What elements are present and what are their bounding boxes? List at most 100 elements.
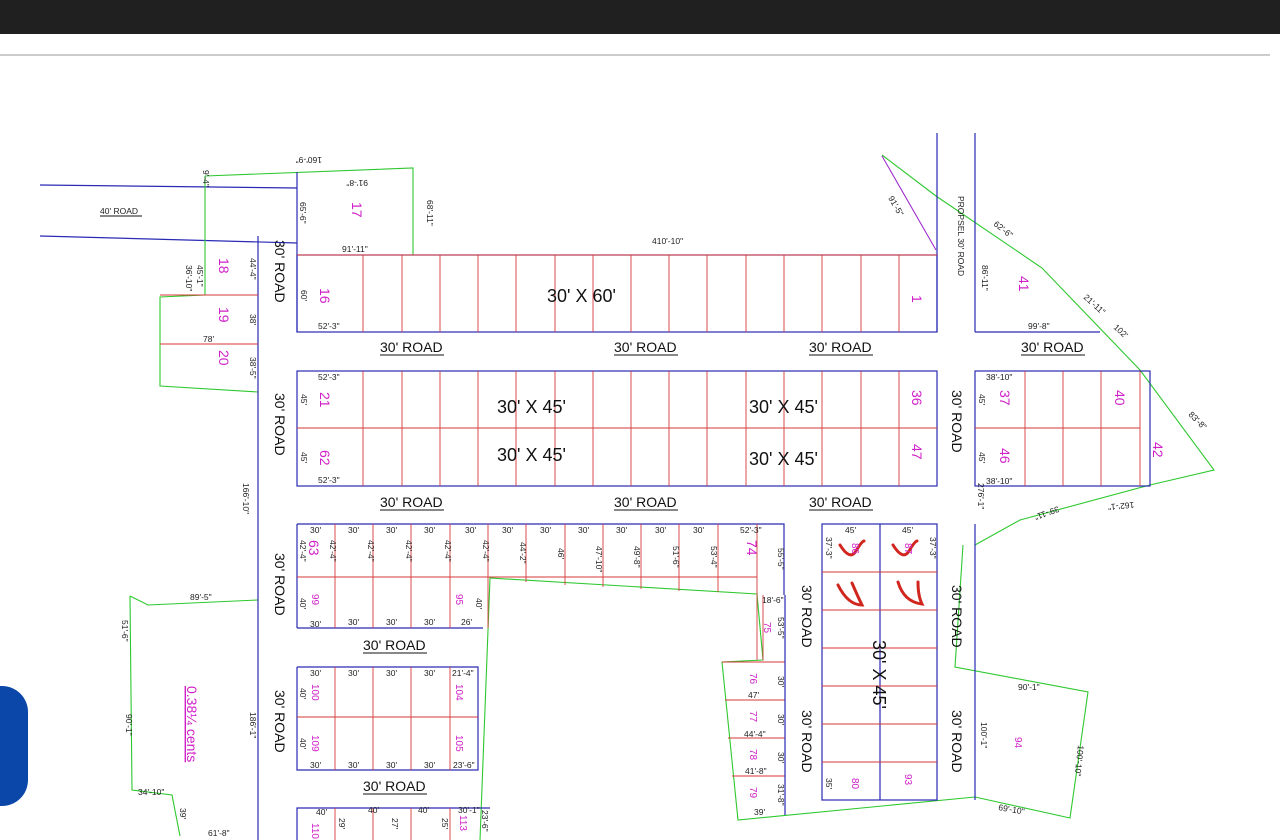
layout-plan-drawing: 40' ROAD 30' ROAD 30' ROAD 30' ROAD 30' … (0, 54, 1270, 840)
dimension-label: 38'-10" (986, 476, 1012, 486)
road-label: 30' ROAD (614, 339, 677, 355)
dimension-label: 30' (348, 525, 359, 535)
plot-number: 80 (849, 778, 860, 790)
dimension-label: 276'-1" (976, 483, 986, 509)
plot-number: 1 (909, 295, 925, 303)
plot-size-label: 30' X 60' (547, 286, 616, 306)
dimension-label: 30' (424, 525, 435, 535)
block-100-109 (296, 666, 479, 771)
dimension-label: 45'-1" (195, 265, 205, 287)
dimension-label: 30' (424, 668, 435, 678)
plot-number: 17 (349, 202, 365, 218)
dimension-label: 30' (386, 617, 397, 627)
road-label: 30' ROAD (363, 778, 426, 794)
plot-number: 87 (902, 543, 913, 555)
dimension-label: 30' (310, 668, 321, 678)
dimension-label: 410'-10" (652, 236, 683, 246)
dimension-label: 25' (440, 818, 450, 829)
dimension-label: 186'-1" (248, 712, 258, 738)
dimension-label: 46' (556, 548, 566, 559)
dimension-label: 68'-11" (425, 200, 435, 226)
plot-size-label: 30' X 45' (497, 397, 566, 417)
dimension-label: 44'-2" (518, 542, 528, 564)
dimension-label: 45' (299, 394, 309, 405)
plot-number: 47 (909, 444, 925, 460)
dimension-label: 55'-5" (776, 548, 786, 570)
plot-number: 75 (761, 622, 772, 634)
dimension-label: 30' (465, 525, 476, 535)
dimension-label: 40' (298, 738, 308, 749)
dimension-label: 23'-6" (453, 760, 475, 770)
plot-number: 78 (747, 749, 758, 761)
dimension-label: 40' (474, 598, 484, 609)
plot-numbers: 17 16 1 18 19 20 41 21 62 36 47 37 46 40… (216, 202, 1166, 839)
plot-size-label: 30' X 45' (749, 397, 818, 417)
dimension-label: 30' (776, 714, 786, 725)
dimension-label: 21'-4" (452, 668, 474, 678)
dimension-label: 39' (754, 807, 765, 817)
dimension-label: 90'-1" (1018, 682, 1040, 692)
dimension-label: 30' (578, 525, 589, 535)
plot-number: 74 (744, 540, 760, 556)
road-label: 30' ROAD (949, 585, 965, 648)
dimension-label: 52'-3" (740, 525, 762, 535)
dimension-label: 30' (310, 760, 321, 770)
dimension-label: 40' (418, 805, 429, 815)
dimension-label: 38' (248, 314, 258, 325)
dimension-label: 9'-4" (201, 170, 211, 187)
block-top-30x60 (296, 254, 938, 333)
dimension-label: 47'-10" (594, 546, 604, 572)
dimension-label: 45' (977, 394, 987, 405)
dimension-label: 83'-8" (1187, 409, 1209, 431)
plot-number: 100 (309, 684, 320, 701)
plot-number: 46 (997, 448, 1013, 464)
dimension-label: 44'-4" (248, 258, 258, 280)
dimension-label: 30' (424, 760, 435, 770)
dimension-label: 52'-3" (318, 475, 340, 485)
dimension-label: 160'-9" (296, 155, 322, 165)
dimension-label: 49'-8" (632, 546, 642, 568)
dimension-label: 31'-8" (776, 784, 786, 806)
dimension-label: 30'-1" (458, 805, 480, 815)
dimension-label: 18'-6" (762, 595, 784, 605)
dimension-label: 34'-10" (138, 787, 164, 797)
dimension-label: 91'-8" (346, 178, 368, 188)
plot-number: 20 (216, 350, 232, 366)
dimension-label: 30' (616, 525, 627, 535)
plot-number: 105 (453, 735, 464, 752)
dimension-label: 45' (845, 525, 856, 535)
proposed-road-label: PROPSEL 30' ROAD (956, 196, 966, 276)
dimension-label: 30' (310, 619, 321, 629)
road-label: 30' ROAD (272, 240, 288, 303)
dimension-label: 100'-10" (1073, 745, 1086, 777)
dimension-label: 51'-6" (120, 620, 130, 642)
road-label: 30' ROAD (799, 710, 815, 773)
road-label: 30' ROAD (272, 690, 288, 753)
plot-number: 62 (317, 450, 333, 466)
block-mid-30x45 (296, 370, 938, 487)
dimension-label: 30' (386, 525, 397, 535)
dimension-label: 23'-6" (480, 810, 490, 832)
dimension-label: 37'-3" (824, 537, 834, 559)
dimension-label: 38'-10" (986, 372, 1012, 382)
dimension-label: 30' (386, 668, 397, 678)
dimension-label: 53'-5" (776, 617, 786, 639)
dimension-label: 35' (824, 778, 834, 789)
road-label: 30' ROAD (809, 339, 872, 355)
dimension-label: 38'-5" (248, 357, 258, 379)
dimension-label: 91'-5" (886, 194, 905, 218)
dimension-label: 30' (348, 617, 359, 627)
plot-size-label: 30' X 45' (749, 449, 818, 469)
dimension-label: 40' (298, 688, 308, 699)
dimension-label: 27' (390, 818, 400, 829)
dimension-label: 40' (316, 807, 327, 817)
dimension-label: 53'-4" (709, 546, 719, 568)
dimension-label: 39'-11" (1033, 504, 1061, 522)
dimension-label: 42'-4" (328, 540, 338, 562)
dimension-label: 37'-3" (928, 537, 938, 559)
dimension-label: 42'-4" (298, 540, 308, 562)
dimension-label: 30' (348, 668, 359, 678)
road-labels: 30' ROAD 30' ROAD 30' ROAD 30' ROAD 30' … (272, 196, 1084, 794)
road-label: 30' ROAD (614, 494, 677, 510)
dimension-label: 86'-11" (980, 265, 990, 291)
